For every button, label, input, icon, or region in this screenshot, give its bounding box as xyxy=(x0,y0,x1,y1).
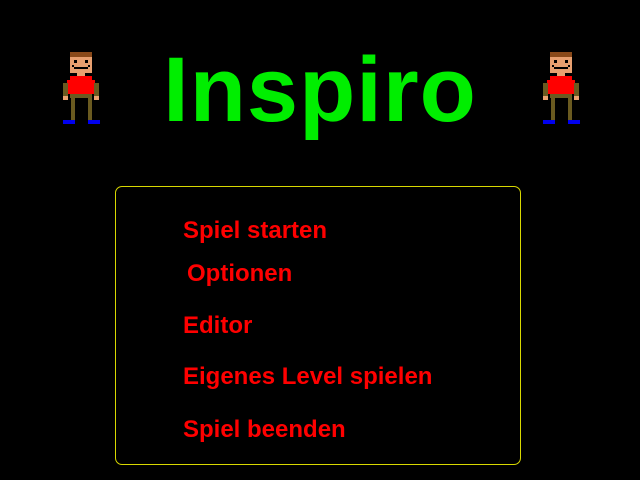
menu-item-editor[interactable]: Editor xyxy=(183,312,252,340)
menu-item-play-custom-level[interactable]: Eigenes Level spielen xyxy=(183,363,432,391)
player-sprite-right xyxy=(543,52,580,124)
menu-item-options[interactable]: Optionen xyxy=(187,260,292,288)
menu-item-quit-game[interactable]: Spiel beenden xyxy=(183,416,346,444)
menu-item-start-game[interactable]: Spiel starten xyxy=(183,217,327,245)
